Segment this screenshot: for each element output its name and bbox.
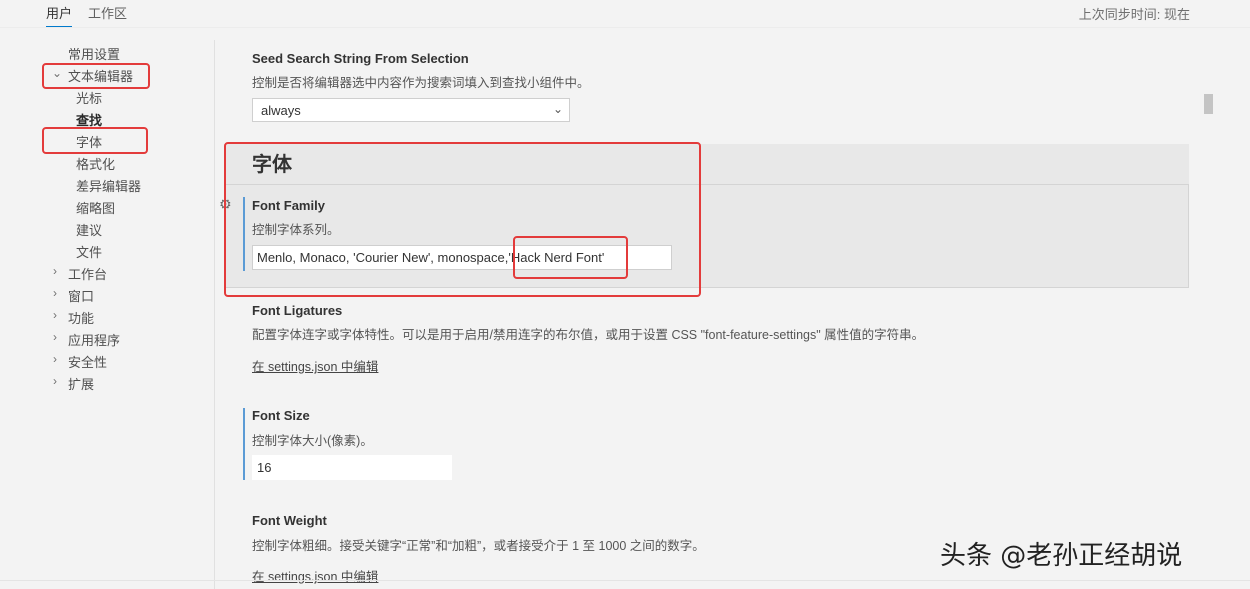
toc-item-text-editor[interactable]: 文本编辑器: [68, 66, 133, 85]
toc-item-extensions[interactable]: 扩展: [68, 374, 94, 393]
chevron-right-icon[interactable]: ›: [53, 374, 57, 388]
chevron-down-icon[interactable]: ⌄: [52, 66, 62, 80]
edit-in-settings-json-link[interactable]: 在 settings.json 中编辑: [252, 356, 378, 375]
setting-desc-font-ligatures: 配置字体连字或字体特性。可以是用于启用/禁用连字的布尔值，或用于设置 CSS "…: [252, 328, 925, 342]
toc-item-application[interactable]: 应用程序: [68, 330, 120, 349]
toc-item-common[interactable]: 常用设置: [68, 44, 120, 63]
bottom-divider: [0, 580, 1250, 581]
gear-icon[interactable]: ⚙: [219, 196, 232, 213]
setting-desc-font-size: 控制字体大小(像素)。: [252, 434, 373, 448]
font-family-input[interactable]: [252, 245, 672, 270]
setting-title-font-ligatures: Font Ligatures: [252, 303, 343, 318]
setting-title-font-weight: Font Weight: [252, 513, 327, 528]
toc-item-font[interactable]: 字体: [76, 132, 102, 151]
chevron-right-icon[interactable]: ›: [53, 286, 57, 300]
toc-item-security[interactable]: 安全性: [68, 352, 107, 371]
setting-desc-seed-search: 控制是否将编辑器选中内容作为搜索词填入到查找小组件中。: [252, 76, 590, 90]
modified-indicator: [243, 197, 245, 271]
chevron-right-icon[interactable]: ›: [53, 308, 57, 322]
chevron-right-icon[interactable]: ›: [53, 264, 57, 278]
toc-item-diff-editor[interactable]: 差异编辑器: [76, 176, 141, 195]
watermark: 头条 @老孙正经胡说: [940, 541, 1183, 571]
scrollbar-thumb[interactable]: [1204, 94, 1213, 114]
chevron-right-icon[interactable]: ›: [53, 352, 57, 366]
toc-item-find[interactable]: 查找: [76, 110, 102, 129]
toc-item-suggestions[interactable]: 建议: [76, 220, 102, 239]
toc-item-cursor[interactable]: 光标: [76, 88, 102, 107]
header-divider: [0, 27, 1250, 28]
setting-title-seed-search: Seed Search String From Selection: [252, 51, 469, 66]
sync-status: 上次同步时间: 现在: [1078, 7, 1190, 22]
toc-item-workbench[interactable]: 工作台: [68, 264, 107, 283]
tab-workspace[interactable]: 工作区: [88, 3, 127, 22]
tab-user[interactable]: 用户: [46, 3, 73, 27]
font-size-input[interactable]: [252, 455, 452, 480]
modified-indicator: [243, 408, 245, 480]
toc-item-window[interactable]: 窗口: [68, 286, 94, 305]
seed-search-select[interactable]: always ⌄: [252, 98, 570, 122]
focused-setting-row: [224, 184, 1189, 288]
seed-search-select-value: always: [261, 103, 301, 118]
toc-item-features[interactable]: 功能: [68, 308, 94, 327]
section-title-font: 字体: [252, 154, 292, 176]
settings-header: 用户 工作区 上次同步时间: 现在: [0, 0, 1250, 28]
edit-in-settings-json-link[interactable]: 在 settings.json 中编辑: [252, 566, 378, 585]
toc-item-formatting[interactable]: 格式化: [76, 154, 115, 173]
setting-title-font-size: Font Size: [252, 408, 310, 423]
section-header-band: [224, 144, 1189, 184]
sidebar-divider: [214, 40, 215, 589]
setting-desc-font-family: 控制字体系列。: [252, 223, 340, 237]
chevron-down-icon: ⌄: [552, 102, 563, 116]
toc-item-minimap[interactable]: 缩略图: [76, 198, 115, 217]
toc-item-files[interactable]: 文件: [76, 242, 102, 261]
chevron-right-icon[interactable]: ›: [53, 330, 57, 344]
setting-title-font-family: Font Family: [252, 198, 325, 213]
setting-desc-font-weight: 控制字体粗细。接受关键字“正常”和“加粗”，或者接受介于 1 至 1000 之间…: [252, 539, 705, 553]
